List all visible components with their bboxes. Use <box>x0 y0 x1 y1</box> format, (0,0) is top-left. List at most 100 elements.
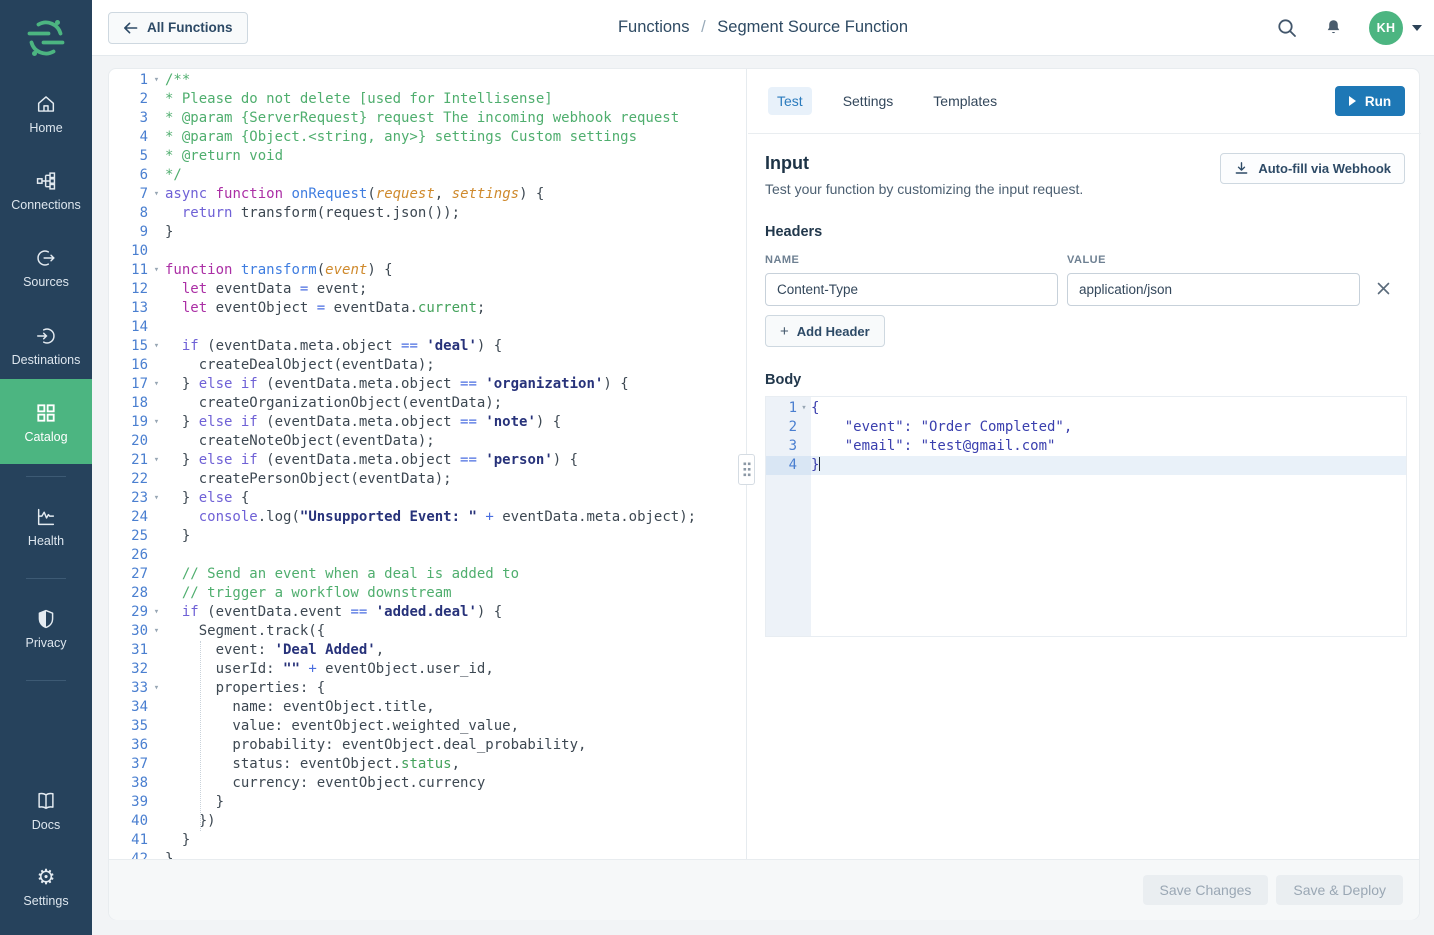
fold-toggle-icon[interactable]: ▾ <box>148 375 165 394</box>
all-functions-back-button[interactable]: All Functions <box>108 12 248 44</box>
code-line[interactable]: 26 <box>109 546 746 565</box>
account-menu[interactable]: KH <box>1369 11 1422 45</box>
code-line[interactable]: 35 value: eventObject.weighted_value, <box>109 717 746 736</box>
code-line[interactable]: 6*/ <box>109 166 746 185</box>
run-button[interactable]: Run <box>1335 86 1405 116</box>
fold-toggle-icon[interactable]: ▾ <box>148 337 165 356</box>
search-button[interactable] <box>1276 17 1298 39</box>
tab-templates[interactable]: Templates <box>924 87 1006 115</box>
code-line[interactable]: 40 }) <box>109 812 746 831</box>
fold-toggle-icon[interactable]: ▾ <box>148 622 165 641</box>
code-line[interactable]: 28 // trigger a workflow downstream <box>109 584 746 603</box>
breadcrumb-parent-link[interactable]: Functions <box>618 18 690 36</box>
body-json-editor[interactable]: 1▾{2 "event": "Order Completed",3 "email… <box>765 396 1407 637</box>
fold-toggle-icon[interactable]: ▾ <box>148 261 165 280</box>
code-line[interactable]: 38 currency: eventObject.currency <box>109 774 746 793</box>
fold-toggle-icon[interactable]: ▾ <box>148 603 165 622</box>
code-line[interactable]: 5* @return void <box>109 147 746 166</box>
code-line[interactable]: 8 return transform(request.json()); <box>109 204 746 223</box>
body-json-line[interactable]: 3 "email": "test@gmail.com" <box>766 437 1406 456</box>
code-line[interactable]: 39 } <box>109 793 746 812</box>
headers-section-label: Headers <box>765 224 1405 240</box>
fold-toggle-icon[interactable]: ▾ <box>148 679 165 698</box>
segment-logo[interactable] <box>0 16 92 60</box>
body-json-line[interactable]: 4} <box>766 456 1406 475</box>
save-changes-button[interactable]: Save Changes <box>1143 875 1269 905</box>
indent-guide <box>200 641 201 831</box>
code-line[interactable]: 7▾async function onRequest(request, sett… <box>109 185 746 204</box>
sidebar-item-docs[interactable]: Docs <box>0 790 92 832</box>
code-line[interactable]: 21▾ } else if (eventData.meta.object == … <box>109 451 746 470</box>
code-editor[interactable]: 1▾/**2* Please do not delete [used for I… <box>109 69 747 859</box>
sidebar-item-catalog[interactable]: Catalog <box>0 379 92 464</box>
save-deploy-button[interactable]: Save & Deploy <box>1276 875 1403 905</box>
fold-gutter <box>148 641 165 660</box>
code-line[interactable]: 3* @param {ServerRequest} request The in… <box>109 109 746 128</box>
code-text: } else if (eventData.meta.object == 'org… <box>165 375 629 394</box>
code-line[interactable]: 9} <box>109 223 746 242</box>
fold-toggle-icon[interactable]: ▾ <box>148 489 165 508</box>
code-text: function transform(event) { <box>165 261 393 280</box>
pane-resize-handle[interactable] <box>731 454 763 486</box>
header-value-input[interactable] <box>1067 273 1360 306</box>
tab-test[interactable]: Test <box>768 87 812 115</box>
tab-settings[interactable]: Settings <box>834 87 903 115</box>
code-text: console.log("Unsupported Event: " + even… <box>165 508 696 527</box>
code-line[interactable]: 15▾ if (eventData.meta.object == 'deal')… <box>109 337 746 356</box>
remove-header-button[interactable] <box>1377 282 1390 298</box>
code-line[interactable]: 19▾ } else if (eventData.meta.object == … <box>109 413 746 432</box>
autofill-webhook-button[interactable]: Auto-fill via Webhook <box>1220 153 1405 184</box>
fold-toggle-icon[interactable]: ▾ <box>148 451 165 470</box>
sidebar-item-health[interactable]: Health <box>0 506 92 548</box>
fold-gutter <box>148 774 165 793</box>
code-line[interactable]: 12 let eventData = event; <box>109 280 746 299</box>
sidebar-item-privacy[interactable]: Privacy <box>0 608 92 650</box>
fold-toggle-icon[interactable]: ▾ <box>148 71 165 90</box>
code-line[interactable]: 29▾ if (eventData.event == 'added.deal')… <box>109 603 746 622</box>
code-line[interactable]: 13 let eventObject = eventData.current; <box>109 299 746 318</box>
code-line[interactable]: 27 // Send an event when a deal is added… <box>109 565 746 584</box>
sidebar-item-settings[interactable]: ⚙ Settings <box>0 866 92 908</box>
code-line[interactable]: 4* @param {Object.<string, any>} setting… <box>109 128 746 147</box>
code-line[interactable]: 10 <box>109 242 746 261</box>
body-json-line[interactable]: 2 "event": "Order Completed", <box>766 418 1406 437</box>
notifications-button[interactable] <box>1323 17 1344 39</box>
code-line[interactable]: 37 status: eventObject.status, <box>109 755 746 774</box>
sidebar-item-destinations[interactable]: Destinations <box>0 325 92 367</box>
code-line[interactable]: 36 probability: eventObject.deal_probabi… <box>109 736 746 755</box>
code-line[interactable]: 22 createPersonObject(eventData); <box>109 470 746 489</box>
fold-gutter <box>148 128 165 147</box>
fold-toggle-icon[interactable]: ▾ <box>797 399 811 418</box>
code-line[interactable]: 33▾ properties: { <box>109 679 746 698</box>
code-line[interactable]: 14 <box>109 318 746 337</box>
code-text: * @return void <box>165 147 283 166</box>
bell-icon <box>1323 17 1344 39</box>
sidebar-item-home[interactable]: Home <box>0 93 92 135</box>
add-header-button[interactable]: + Add Header <box>765 315 885 347</box>
code-line[interactable]: 34 name: eventObject.title, <box>109 698 746 717</box>
sidebar-item-sources[interactable]: Sources <box>0 247 92 289</box>
code-line[interactable]: 41 } <box>109 831 746 850</box>
code-line[interactable]: 31 event: 'Deal Added', <box>109 641 746 660</box>
code-line[interactable]: 30▾ Segment.track({ <box>109 622 746 641</box>
sidebar-item-connections[interactable]: Connections <box>0 170 92 212</box>
code-line[interactable]: 1▾/** <box>109 71 746 90</box>
code-line[interactable]: 20 createNoteObject(eventData); <box>109 432 746 451</box>
body-json-line[interactable]: 1▾{ <box>766 399 1406 418</box>
code-line[interactable]: 23▾ } else { <box>109 489 746 508</box>
drag-handle-icon <box>738 454 755 485</box>
avatar[interactable]: KH <box>1369 11 1403 45</box>
fold-toggle-icon[interactable]: ▾ <box>148 413 165 432</box>
code-line[interactable]: 32 userId: "" + eventObject.user_id, <box>109 660 746 679</box>
code-line[interactable]: 17▾ } else if (eventData.meta.object == … <box>109 375 746 394</box>
code-line[interactable]: 16 createDealObject(eventData); <box>109 356 746 375</box>
code-line[interactable]: 11▾function transform(event) { <box>109 261 746 280</box>
code-line[interactable]: 42} <box>109 850 746 859</box>
code-line[interactable]: 2* Please do not delete [used for Intell… <box>109 90 746 109</box>
fold-toggle-icon[interactable]: ▾ <box>148 185 165 204</box>
header-name-input[interactable] <box>765 273 1058 306</box>
chevron-down-icon[interactable] <box>1412 25 1422 31</box>
code-line[interactable]: 18 createOrganizationObject(eventData); <box>109 394 746 413</box>
code-line[interactable]: 24 console.log("Unsupported Event: " + e… <box>109 508 746 527</box>
code-line[interactable]: 25 } <box>109 527 746 546</box>
